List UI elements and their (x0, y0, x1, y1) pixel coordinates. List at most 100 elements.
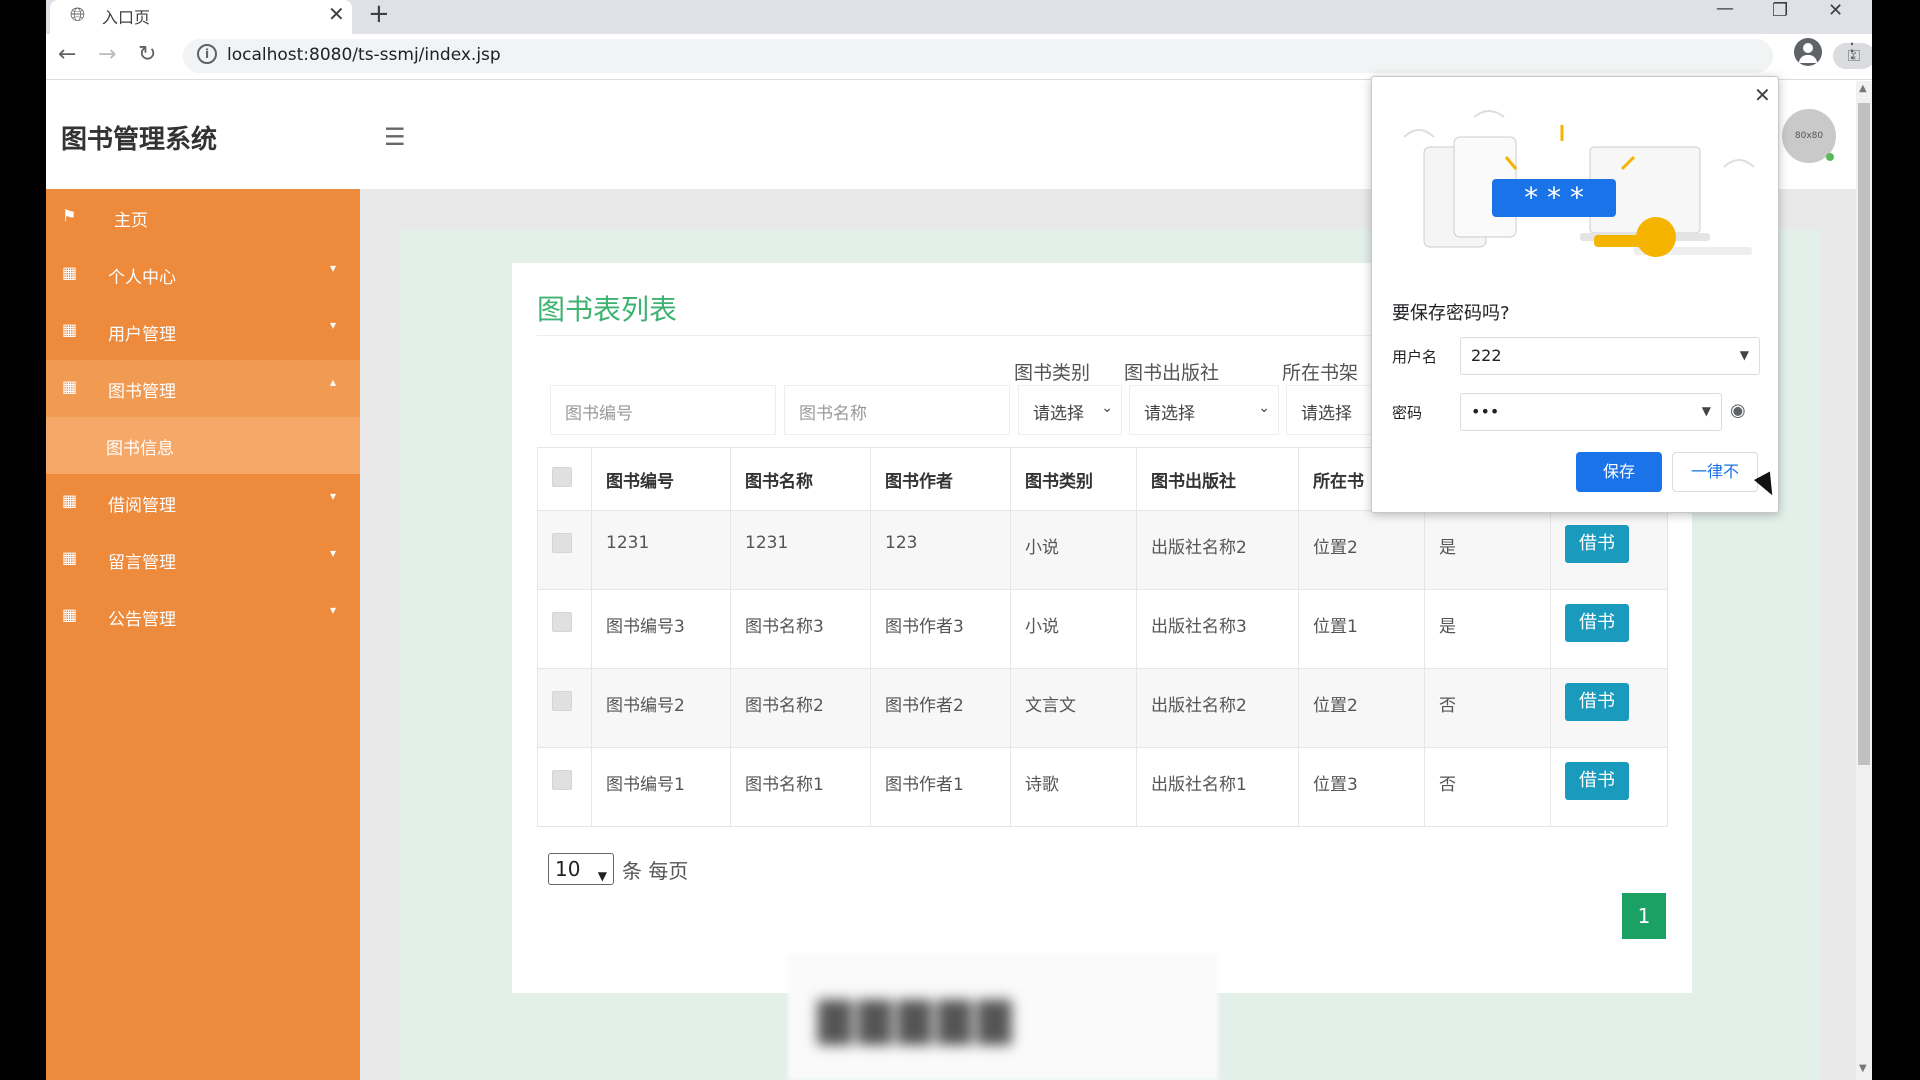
book-available-cell: 否 (1424, 668, 1551, 748)
restore-icon[interactable]: ❐ (1772, 0, 1788, 21)
caret-down-icon: ▾ (330, 489, 337, 503)
sidebar-item-messages[interactable]: ▦ 留言管理 ▾ (46, 531, 360, 588)
book-author-cell: 123 (870, 510, 1011, 590)
sidebar-subitem-book-info[interactable]: 图书信息 (46, 417, 360, 474)
browser-tab[interactable]: 🌐︎ 入口页 ✕ (50, 0, 352, 34)
online-status-dot (1826, 153, 1834, 161)
scroll-down-icon[interactable]: ▼ (1859, 1063, 1867, 1074)
row-checkbox[interactable] (552, 691, 572, 711)
page-scrollbar[interactable]: ▲ ▼ (1856, 81, 1872, 1080)
username-field[interactable]: 222 ▼ (1460, 337, 1760, 375)
tab-strip: 🌐︎ 入口页 ✕ + — ❐ ✕ (46, 0, 1872, 34)
book-shelf-cell: 位置2 (1298, 668, 1425, 748)
row-checkbox[interactable] (552, 612, 572, 632)
borrow-button[interactable]: 借书 (1565, 604, 1629, 642)
book-author-cell: 图书作者3 (870, 589, 1011, 669)
book-publisher-cell: 出版社名称3 (1136, 589, 1299, 669)
password-field[interactable]: ••• ▼ (1460, 393, 1722, 431)
book-author-cell: 图书作者1 (870, 747, 1011, 827)
eye-icon[interactable]: ◉ (1730, 400, 1746, 421)
book-shelf-cell: 位置2 (1298, 510, 1425, 590)
caret-down-icon[interactable]: ▼ (1702, 404, 1711, 418)
table-row: 图书编号1 图书名称1 图书作者1 诗歌 出版社名称1 位置3 否 借书 (537, 747, 1668, 827)
sidebar-item-notices[interactable]: ▦ 公告管理 ▾ (46, 588, 360, 645)
row-checkbox[interactable] (552, 533, 572, 553)
borrow-button[interactable]: 借书 (1565, 683, 1629, 721)
book-no-input[interactable]: 图书编号 (550, 385, 776, 435)
grid-icon: ▦ (62, 605, 78, 624)
book-no-cell: 图书编号2 (591, 668, 731, 748)
password-value: ••• (1471, 402, 1500, 421)
book-publisher-cell: 出版社名称2 (1136, 668, 1299, 748)
row-select-cell (537, 668, 592, 748)
book-name-input[interactable]: 图书名称 (784, 385, 1010, 435)
borrow-button[interactable]: 借书 (1565, 525, 1629, 563)
close-icon[interactable]: ✕ (1754, 83, 1771, 107)
reload-icon[interactable]: ↻ (138, 42, 156, 67)
book-name-cell: 图书名称3 (730, 589, 871, 669)
masked-password-text: * * * (1524, 181, 1584, 214)
grid-icon: ▦ (62, 548, 78, 567)
book-publisher-cell: 出版社名称1 (1136, 747, 1299, 827)
page-size-select[interactable]: 10 ▼ (548, 853, 614, 885)
book-shelf-cell: 位置3 (1298, 747, 1425, 827)
sidebar: ⚑ 主页 ▦ 个人中心 ▾ ▦ 用户管理 ▾ ▦ 图书管理 ▴ 图书信息 ▦ 借… (46, 189, 360, 1080)
never-save-button[interactable]: 一律不 (1672, 452, 1758, 492)
column-header[interactable]: 图书类别 (1010, 447, 1137, 511)
page-title: 图书表列表 (537, 293, 678, 326)
page-number-button[interactable]: 1 (1622, 893, 1666, 939)
grid-icon: ▦ (62, 320, 78, 339)
book-no-cell: 图书编号3 (591, 589, 731, 669)
grid-icon: ▦ (62, 263, 78, 282)
grid-icon: ▦ (62, 491, 78, 510)
kebab-menu-icon[interactable]: ⋮ (1842, 38, 1862, 62)
book-name-cell: 图书名称1 (730, 747, 871, 827)
row-checkbox[interactable] (552, 770, 572, 790)
scroll-up-icon[interactable]: ▲ (1859, 83, 1867, 94)
browser-window: 🌐︎ 入口页 ✕ + — ❐ ✕ ← → ↻ i localhost:8080/… (46, 0, 1872, 1080)
close-tab-icon[interactable]: ✕ (328, 2, 345, 26)
sidebar-item-books[interactable]: ▦ 图书管理 ▴ (46, 360, 360, 417)
sidebar-item-profile[interactable]: ▦ 个人中心 ▾ (46, 246, 360, 303)
book-category-cell: 文言文 (1010, 668, 1137, 748)
select-all-checkbox[interactable] (552, 466, 572, 487)
new-tab-icon[interactable]: + (368, 0, 390, 29)
publisher-filter-label: 图书出版社 (1124, 362, 1220, 384)
save-password-button[interactable]: 保存 (1576, 452, 1662, 492)
hamburger-icon[interactable]: ☰ (384, 123, 406, 151)
sidebar-item-home[interactable]: ⚑ 主页 (46, 189, 360, 246)
column-header[interactable]: 图书编号 (591, 447, 731, 511)
globe-icon: 🌐︎ (70, 4, 86, 26)
username-label: 用户名 (1392, 348, 1438, 366)
shelf-select-value: 请选择 (1301, 404, 1352, 424)
address-bar[interactable]: i localhost:8080/ts-ssmj/index.jsp ⚿ ☆ (183, 39, 1872, 73)
forward-icon[interactable]: → (98, 42, 116, 67)
category-select[interactable]: 请选择 ⌄ (1018, 385, 1122, 435)
publisher-select[interactable]: 请选择 ⌄ (1129, 385, 1279, 435)
borrow-button[interactable]: 借书 (1565, 762, 1629, 800)
info-icon[interactable]: i (197, 44, 217, 64)
book-available-cell: 否 (1424, 747, 1551, 827)
book-category-cell: 诗歌 (1010, 747, 1137, 827)
sidebar-item-label: 个人中心 (108, 268, 176, 288)
column-header[interactable]: 图书出版社 (1136, 447, 1299, 511)
sidebar-item-label: 图书管理 (108, 382, 176, 402)
page-size-label: 条 每页 (622, 859, 689, 883)
caret-down-icon: ▾ (330, 546, 337, 560)
password-illustration-icon: * * * (1403, 110, 1755, 257)
column-header[interactable]: 图书名称 (730, 447, 871, 511)
sidebar-item-borrow[interactable]: ▦ 借阅管理 ▾ (46, 474, 360, 531)
sidebar-item-users[interactable]: ▦ 用户管理 ▾ (46, 303, 360, 360)
minimize-icon[interactable]: — (1716, 0, 1734, 19)
book-available-cell: 是 (1424, 589, 1551, 669)
caret-down-icon[interactable]: ▼ (1740, 348, 1749, 362)
column-header[interactable]: 图书作者 (870, 447, 1011, 511)
back-icon[interactable]: ← (58, 42, 76, 67)
sidebar-item-label: 主页 (114, 211, 148, 231)
close-window-icon[interactable]: ✕ (1828, 0, 1843, 21)
browser-toolbar: ← → ↻ i localhost:8080/ts-ssmj/index.jsp… (46, 34, 1872, 80)
scrollbar-thumb[interactable] (1858, 103, 1870, 765)
book-shelf-cell: 位置1 (1298, 589, 1425, 669)
profile-icon[interactable] (1794, 38, 1822, 66)
book-name-cell: 图书名称2 (730, 668, 871, 748)
